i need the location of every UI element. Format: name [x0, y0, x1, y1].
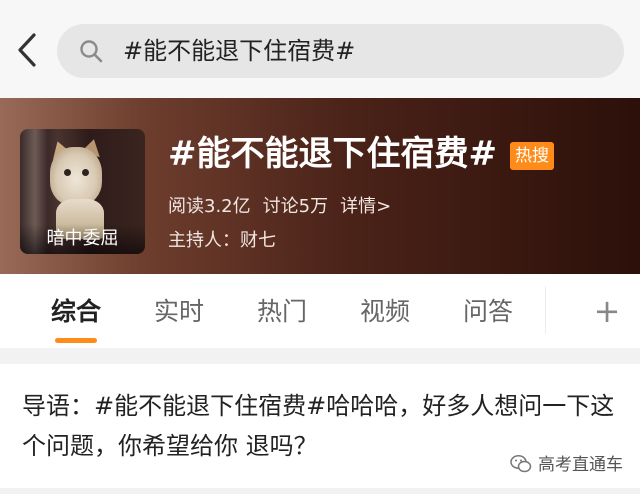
cat-head [50, 147, 102, 205]
cat-eye [82, 169, 89, 176]
active-tab-indicator [55, 338, 97, 343]
back-arrow-icon [18, 33, 36, 67]
details-link[interactable]: 详情> [340, 196, 391, 217]
section-separator [0, 348, 640, 364]
back-button[interactable] [14, 32, 44, 68]
tab-popular[interactable]: 热门 [237, 274, 327, 348]
tab-bar: 综合 实时 热门 视频 问答 + [0, 274, 640, 348]
tab-divider [545, 286, 546, 334]
tab-realtime[interactable]: 实时 [134, 274, 224, 348]
read-count: 阅读3.2亿 [168, 196, 251, 217]
tab-comprehensive[interactable]: 综合 [31, 274, 121, 348]
tab-qa[interactable]: 问答 [443, 274, 533, 348]
hot-search-badge: 热搜 [510, 142, 554, 170]
search-icon [80, 40, 103, 63]
topic-header: 暗中委屈 #能不能退下住宿费# 热搜 阅读3.2亿 讨论5万 详情> 主持人：财七 [0, 98, 640, 274]
search-bar[interactable]: #能不能退下住宿费# [57, 24, 624, 78]
watermark-text: 高考直通车 [538, 455, 623, 475]
topic-stats: 阅读3.2亿 讨论5万 详情> [168, 194, 403, 220]
wechat-icon [510, 455, 532, 473]
topic-title: #能不能退下住宿费# [168, 134, 497, 174]
more-tabs-button[interactable]: + [585, 274, 629, 348]
search-query[interactable]: #能不能退下住宿费# [123, 24, 355, 78]
topic-cover-image[interactable]: 暗中委屈 [20, 129, 145, 254]
discussion-count: 讨论5万 [262, 196, 329, 217]
watermark: 高考直通车 [510, 452, 623, 478]
top-bar: #能不能退下住宿费# [0, 0, 640, 98]
bottom-separator [0, 488, 640, 494]
tab-video[interactable]: 视频 [340, 274, 430, 348]
cat-eye [64, 169, 71, 176]
topic-host[interactable]: 主持人：财七 [168, 228, 276, 254]
cover-caption: 暗中委屈 [20, 224, 145, 254]
